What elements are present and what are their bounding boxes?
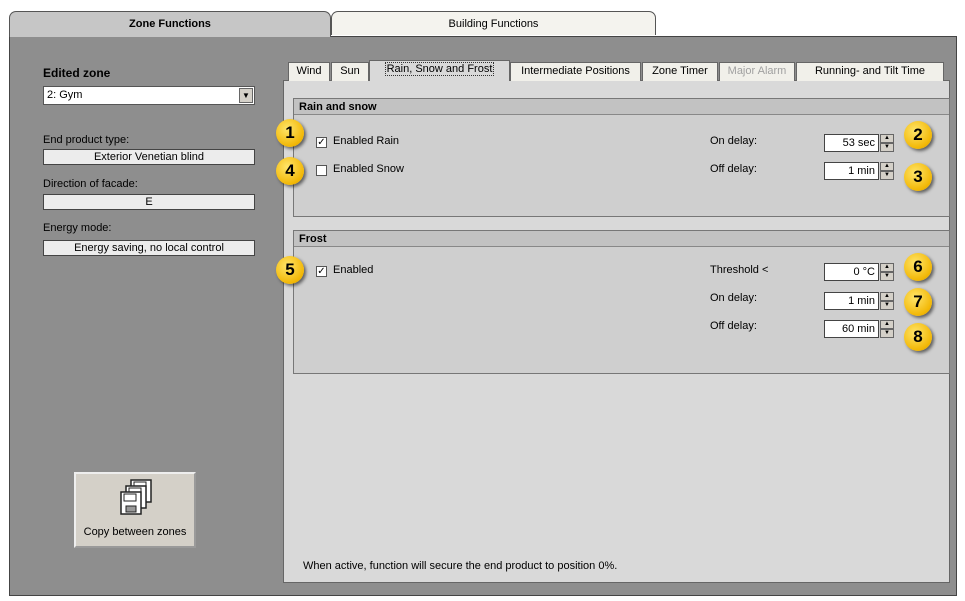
spin-up-icon[interactable]: ▲ bbox=[880, 292, 894, 301]
tab-intermediate-positions[interactable]: Intermediate Positions bbox=[510, 62, 641, 81]
chevron-down-icon[interactable]: ▼ bbox=[239, 88, 253, 103]
copy-disks-icon bbox=[120, 479, 152, 515]
tab-sun[interactable]: Sun bbox=[331, 62, 369, 81]
edited-zone-value: 2: Gym bbox=[47, 89, 83, 101]
spin-up-icon[interactable]: ▲ bbox=[880, 134, 894, 143]
frost-on-delay-label: On delay: bbox=[710, 292, 758, 304]
callout-badge-3: 3 bbox=[904, 163, 932, 191]
direction-of-facade-label: Direction of facade: bbox=[43, 178, 138, 190]
end-product-type-label: End product type: bbox=[43, 134, 130, 146]
enabled-rain-label: Enabled Rain bbox=[333, 135, 400, 147]
spin-down-icon[interactable]: ▼ bbox=[880, 143, 894, 152]
rain-on-delay-label: On delay: bbox=[710, 135, 758, 147]
tab-major-alarm: Major Alarm bbox=[719, 62, 795, 81]
edited-zone-select[interactable]: 2: Gym ▼ bbox=[43, 86, 255, 105]
edited-zone-label: Edited zone bbox=[43, 66, 111, 80]
frost-off-delay-label: Off delay: bbox=[710, 320, 757, 332]
rain-and-snow-title: Rain and snow bbox=[294, 99, 949, 115]
callout-badge-8: 8 bbox=[904, 323, 932, 351]
spin-up-icon[interactable]: ▲ bbox=[880, 320, 894, 329]
spin-down-icon[interactable]: ▼ bbox=[880, 329, 894, 338]
enabled-snow-label: Enabled Snow bbox=[333, 163, 404, 175]
tab-running-tilt-time[interactable]: Running- and Tilt Time bbox=[796, 62, 944, 81]
spin-down-icon[interactable]: ▼ bbox=[880, 171, 894, 180]
spin-up-icon[interactable]: ▲ bbox=[880, 263, 894, 272]
tab-building-functions[interactable]: Building Functions bbox=[331, 11, 656, 35]
frost-off-delay-input[interactable]: 60 min bbox=[824, 320, 879, 338]
tab-rain-snow-frost-label: Rain, Snow and Frost bbox=[384, 62, 495, 76]
energy-mode-field: Energy saving, no local control bbox=[43, 240, 255, 256]
end-product-type-field: Exterior Venetian blind bbox=[43, 149, 255, 165]
enabled-rain-checkbox[interactable]: ✓ bbox=[316, 137, 327, 148]
spin-down-icon[interactable]: ▼ bbox=[880, 301, 894, 310]
threshold-input[interactable]: 0 °C bbox=[824, 263, 879, 281]
enabled-snow-checkbox[interactable] bbox=[316, 165, 327, 176]
tab-rain-snow-frost[interactable]: Rain, Snow and Frost bbox=[369, 60, 510, 81]
callout-badge-7: 7 bbox=[904, 288, 932, 316]
callout-badge-4: 4 bbox=[276, 157, 304, 185]
spin-down-icon[interactable]: ▼ bbox=[880, 272, 894, 281]
rain-on-delay-input[interactable]: 53 sec bbox=[824, 134, 879, 152]
spin-up-icon[interactable]: ▲ bbox=[880, 162, 894, 171]
callout-badge-1: 1 bbox=[276, 119, 304, 147]
tab-zone-functions[interactable]: Zone Functions bbox=[9, 11, 331, 37]
copy-between-zones-button[interactable]: Copy between zones bbox=[74, 472, 196, 548]
copy-button-label: Copy between zones bbox=[83, 526, 187, 538]
tab-zone-timer[interactable]: Zone Timer bbox=[642, 62, 718, 81]
tab-wind[interactable]: Wind bbox=[288, 62, 330, 81]
callout-badge-6: 6 bbox=[904, 253, 932, 281]
direction-of-facade-field: E bbox=[43, 194, 255, 210]
frost-enabled-label: Enabled bbox=[333, 264, 374, 276]
rain-off-delay-label: Off delay: bbox=[710, 163, 757, 175]
footer-note: When active, function will secure the en… bbox=[303, 560, 618, 572]
frost-enabled-checkbox[interactable]: ✓ bbox=[316, 266, 327, 277]
rain-off-delay-input[interactable]: 1 min bbox=[824, 162, 879, 180]
frost-title: Frost bbox=[294, 231, 949, 247]
energy-mode-label: Energy mode: bbox=[43, 222, 112, 234]
callout-badge-5: 5 bbox=[276, 256, 304, 284]
callout-badge-2: 2 bbox=[904, 121, 932, 149]
frost-on-delay-input[interactable]: 1 min bbox=[824, 292, 879, 310]
rain-and-snow-group: Rain and snow bbox=[293, 98, 950, 217]
threshold-label: Threshold < bbox=[710, 264, 769, 276]
